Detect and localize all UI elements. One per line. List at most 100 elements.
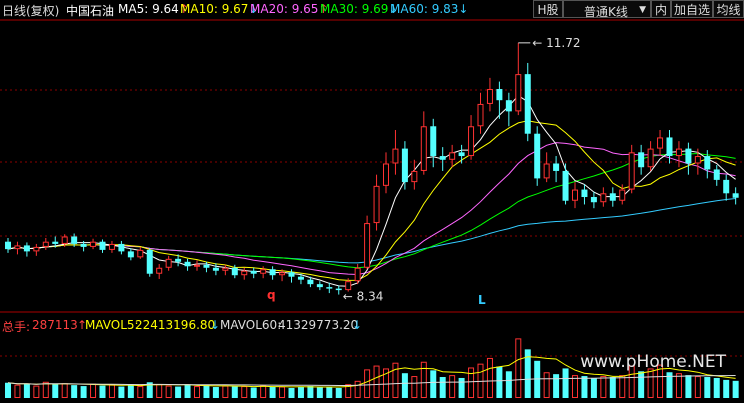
low-price-label: ← 8.34 <box>343 290 384 304</box>
volume-bar-down <box>430 370 437 398</box>
candle-body-up <box>194 264 200 267</box>
candle-body-down <box>666 137 673 157</box>
candle-body-down <box>5 241 11 250</box>
ma20-legend: MA20: 9.65↑ <box>250 2 328 16</box>
candle-body-up <box>354 267 361 282</box>
ma5-value: 9.64 <box>152 2 179 16</box>
candle-body-up <box>600 193 607 203</box>
candle-body-down <box>534 133 541 179</box>
ma5-line <box>7 95 736 287</box>
candle-body-up <box>90 241 97 247</box>
volume-bar-down <box>562 368 569 398</box>
volume-bar-down <box>704 377 711 398</box>
ma5-legend: MA5: 9.64↑ <box>118 2 189 16</box>
volume-bar-down <box>118 386 125 398</box>
candle-body-up <box>108 243 115 250</box>
volume-bar-down <box>250 387 257 398</box>
candle-body-down <box>99 241 106 250</box>
candle-body-up <box>279 272 286 276</box>
volume-bar-down <box>212 387 219 398</box>
ma30-label: MA30: <box>320 2 362 16</box>
volume-bar-up <box>449 375 456 399</box>
candle-body-up <box>222 267 229 271</box>
candle-body-up <box>33 246 40 252</box>
candle-body-up <box>657 137 664 149</box>
kline-type-label: 普通K线 <box>584 5 628 19</box>
volume-bar-down <box>401 373 408 398</box>
candle-body-up <box>449 152 456 160</box>
candle-body-up <box>486 89 493 104</box>
ma60-label: MA60: <box>390 2 432 16</box>
high-price-label: ← 11.72 <box>532 36 580 50</box>
volume-bar-down <box>609 377 616 398</box>
candle-body-up <box>420 126 427 171</box>
volume-bar-up <box>486 357 493 399</box>
mavol60-line <box>7 375 736 386</box>
volume-bar-down <box>307 386 314 398</box>
candle-body-down <box>80 243 87 247</box>
volume-bar-up <box>392 362 399 399</box>
ma30-legend: MA30: 9.69↓ <box>320 2 398 16</box>
kline-type-select[interactable]: 普通K线 ▼ <box>563 0 651 19</box>
volume-bar-up <box>222 385 229 399</box>
volume-bar-up <box>137 386 144 399</box>
volume-bar-up <box>600 376 607 398</box>
candle-body-down <box>430 126 437 157</box>
add-watchlist-button[interactable]: 加自选 <box>671 0 713 18</box>
candle-body-down <box>118 243 125 252</box>
inner-button[interactable]: 内 <box>651 0 671 18</box>
ma-line-button[interactable]: 均线 <box>713 0 744 18</box>
candle-body-down <box>713 169 720 180</box>
candle-body-down <box>71 236 78 244</box>
candle-body-down <box>23 245 30 252</box>
volume-bar-up <box>165 385 172 399</box>
volume-bar-up <box>515 338 522 398</box>
mavol60-label: MAVOL60: <box>220 318 282 332</box>
watermark-text: www.pHome.NET <box>580 352 726 372</box>
volume-bar-down <box>458 377 465 398</box>
kline-chart-stage[interactable]: ← 11.72 ← 8.34 <box>0 0 744 400</box>
period-label[interactable]: 日线(复权) <box>2 2 59 19</box>
candle-body-up <box>14 245 21 250</box>
candle-body-up <box>42 241 49 247</box>
candle-body-down <box>562 170 569 201</box>
volume-bar-up <box>14 384 21 398</box>
volume-header: 总手: 287113 ↑ MAVOL5: 22413196.80 ↓ MAVOL… <box>0 318 744 334</box>
candle-body-down <box>609 193 616 201</box>
candle-body-down <box>127 251 134 258</box>
kline-chart[interactable]: ← 11.72 ← 8.34 <box>0 0 744 400</box>
candle-body-down <box>184 261 191 267</box>
candle-body-up <box>345 281 352 291</box>
candle-body-down <box>146 249 153 274</box>
volume-bar-up <box>619 375 626 399</box>
volume-bar-down <box>127 385 134 398</box>
volume-bar-down <box>5 382 11 398</box>
volume-bar-down <box>231 386 238 398</box>
candle-body-down <box>203 264 210 268</box>
volume-bar-down <box>175 386 182 398</box>
volume-bar-down <box>316 387 323 398</box>
volume-bar-down <box>269 387 276 398</box>
volume-bar-up <box>373 365 380 399</box>
h-share-button[interactable]: H股 <box>533 0 563 18</box>
ma60-arrow: ↓ <box>458 2 469 16</box>
volume-bar-down <box>553 374 560 398</box>
candle-body-down <box>685 148 692 164</box>
signal-mark-l: L <box>478 293 486 307</box>
candle-body-up <box>137 249 144 258</box>
chart-header: 日线(复权) 中国石油 MA5: 9.64↑ MA10: 9.67↓ MA20:… <box>0 0 744 20</box>
candle-body-down <box>175 258 182 262</box>
volume-bar-down <box>496 366 503 398</box>
candle-body-up <box>411 170 418 183</box>
candle-body-down <box>316 284 323 288</box>
volume-bar-down <box>52 384 59 398</box>
candle-body-up <box>572 189 578 201</box>
ma30-value: 9.69 <box>361 2 389 16</box>
volume-bar-down <box>297 387 304 398</box>
candle-body-down <box>581 189 588 198</box>
candle-body-down <box>439 156 446 160</box>
candle-body-down <box>704 156 711 170</box>
candle-body-down <box>231 267 238 276</box>
volume-bar-down <box>439 377 446 398</box>
volume-bar-up <box>675 373 682 399</box>
